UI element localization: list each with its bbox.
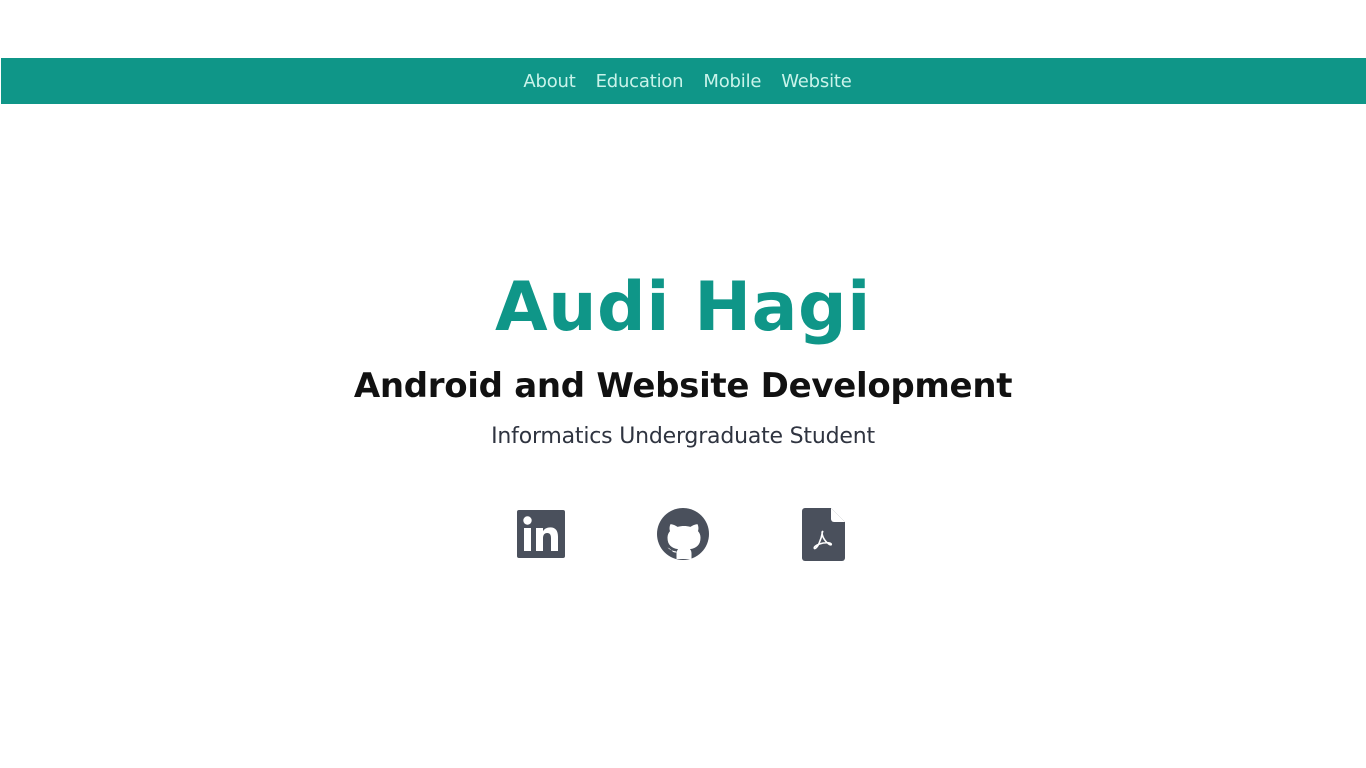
github-icon — [657, 508, 709, 560]
resume-pdf-link[interactable] — [799, 506, 851, 562]
nav-link-website[interactable]: Website — [781, 71, 852, 92]
github-link[interactable] — [657, 506, 709, 562]
profile-status: Informatics Undergraduate Student — [491, 424, 875, 449]
linkedin-link[interactable] — [515, 506, 567, 562]
nav-link-education[interactable]: Education — [596, 71, 684, 92]
social-links — [0, 506, 1366, 562]
nav-link-about[interactable]: About — [523, 71, 575, 92]
top-navbar: About Education Mobile Website — [1, 58, 1366, 104]
profile-role: Android and Website Development — [353, 366, 1013, 406]
linkedin-icon — [517, 510, 565, 558]
pdf-file-icon — [802, 508, 845, 561]
profile-name: Audi Hagi — [495, 268, 871, 347]
nav-link-mobile[interactable]: Mobile — [703, 71, 761, 92]
